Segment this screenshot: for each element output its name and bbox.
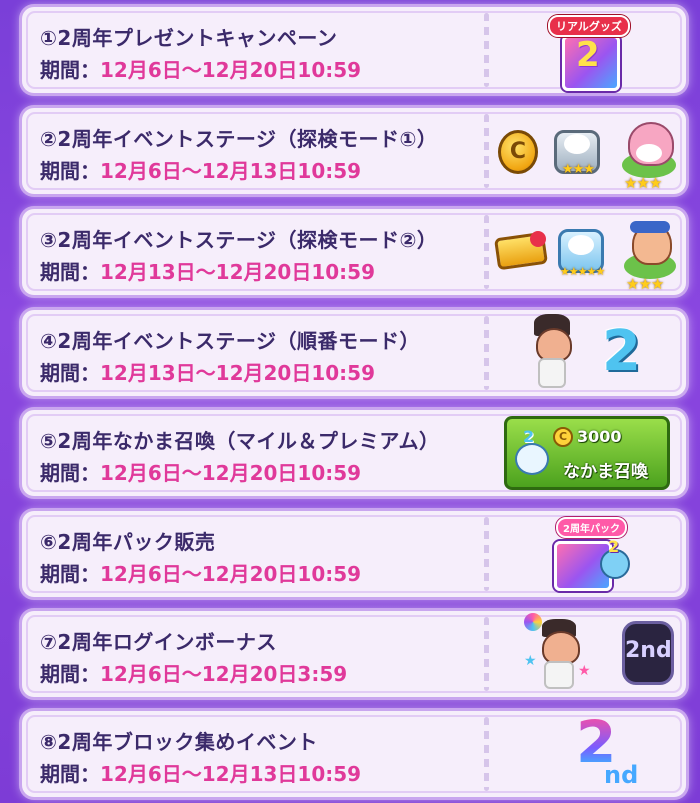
summon-number: 2 bbox=[523, 427, 535, 446]
silver-gear-block-icon: ★★★ bbox=[550, 124, 604, 180]
period-value: 12月13日〜12月20日10:59 bbox=[100, 260, 375, 284]
gold-coin-icon: C bbox=[498, 130, 538, 174]
event-period: 期間：12月13日〜12月20日10:59 bbox=[40, 357, 375, 386]
event-title: ⑤2周年なかま召喚（マイル＆プレミアム） bbox=[40, 429, 440, 453]
period-value: 12月6日〜12月20日10:59 bbox=[100, 58, 362, 82]
event-icons: 2 bbox=[492, 310, 686, 396]
period-value: 12月6日〜12月20日10:59 bbox=[100, 461, 362, 485]
summon-character-icon: 2 bbox=[513, 427, 551, 477]
perforation-divider bbox=[484, 13, 489, 87]
period-label: 期間： bbox=[40, 260, 100, 284]
event-card-8[interactable]: ⑧2周年ブロック集めイベント 期間：12月6日〜12月13日10:59 2 nd bbox=[22, 711, 686, 797]
event-card-6[interactable]: ⑥2周年パック販売 期間：12月6日〜12月20日10:59 2 2周年パック bbox=[22, 511, 686, 597]
event-icons: 2 nd bbox=[492, 711, 686, 797]
pack-badge: 2周年パック bbox=[556, 517, 627, 538]
event-card-3[interactable]: ③2周年イベントステージ（探検モード②） 期間：12月13日〜12月20日10:… bbox=[22, 209, 686, 295]
blue-llama-block-icon: ★★★★★ bbox=[554, 221, 608, 281]
period-value: 12月6日〜12月13日10:59 bbox=[100, 762, 362, 786]
period-value: 12月6日〜12月20日3:59 bbox=[100, 662, 348, 686]
pink-llama-character-icon: ★★★ bbox=[620, 112, 678, 192]
period-label: 期間： bbox=[40, 361, 100, 385]
period-label: 期間： bbox=[40, 662, 100, 686]
event-title: ⑧2周年ブロック集めイベント bbox=[40, 730, 318, 754]
event-card-2[interactable]: ②2周年イベントステージ（探検モード①） 期間：12月6日〜12月13日10:5… bbox=[22, 108, 686, 194]
event-card-4[interactable]: ④2周年イベントステージ（順番モード） 期間：12月13日〜12月20日10:5… bbox=[22, 310, 686, 396]
event-period: 期間：12月6日〜12月20日3:59 bbox=[40, 658, 347, 687]
perforation-divider bbox=[484, 114, 489, 188]
2nd-badge-icon: 2nd bbox=[622, 621, 674, 685]
event-title: ④2周年イベントステージ（順番モード） bbox=[40, 329, 420, 353]
perforation-divider bbox=[484, 215, 489, 289]
period-label: 期間： bbox=[40, 159, 100, 183]
pirate-chopper-character-icon: ★★★ bbox=[622, 217, 678, 293]
event-period: 期間：12月6日〜12月13日10:59 bbox=[40, 155, 361, 184]
perforation-divider bbox=[484, 617, 489, 691]
pack-number: 2 bbox=[608, 537, 620, 556]
blue-number-two-icon: 2 bbox=[602, 319, 641, 384]
period-value: 12月6日〜12月20日10:59 bbox=[100, 562, 362, 586]
summon-label: なかま召喚 bbox=[563, 462, 648, 482]
event-period: 期間：12月6日〜12月20日10:59 bbox=[40, 54, 361, 83]
block-nd-text: nd bbox=[604, 761, 639, 789]
event-title: ⑦2周年ログインボーナス bbox=[40, 630, 277, 654]
period-value: 12月6日〜12月13日10:59 bbox=[100, 159, 362, 183]
event-icons: ★ ★ 2nd bbox=[492, 611, 686, 697]
real-goods-badge: リアルグッズ bbox=[548, 15, 630, 37]
2nd-block-icon: 2 nd bbox=[576, 713, 656, 795]
perforation-divider bbox=[484, 316, 489, 390]
event-period: 期間：12月6日〜12月20日10:59 bbox=[40, 457, 361, 486]
event-title: ①2周年プレゼントキャンペーン bbox=[40, 26, 338, 50]
event-icons: C ★★★ ★★★ bbox=[492, 108, 686, 194]
event-title: ⑥2周年パック販売 bbox=[40, 530, 216, 554]
period-label: 期間： bbox=[40, 461, 100, 485]
event-title: ③2周年イベントステージ（探検モード②） bbox=[40, 228, 438, 252]
period-label: 期間： bbox=[40, 562, 100, 586]
event-period: 期間：12月6日〜12月13日10:59 bbox=[40, 758, 361, 787]
period-value: 12月13日〜12月20日10:59 bbox=[100, 361, 375, 385]
summon-coin-icon: C bbox=[553, 427, 573, 447]
event-list: ①2周年プレゼントキャンペーン 期間：12月6日〜12月20日10:59 2 リ… bbox=[0, 0, 700, 803]
event-card-7[interactable]: ⑦2周年ログインボーナス 期間：12月6日〜12月20日3:59 ★ ★ 2nd bbox=[22, 611, 686, 697]
event-icons: 2 C 3000 なかま召喚 bbox=[492, 410, 686, 496]
event-icons: 2 リアルグッズ bbox=[492, 7, 686, 93]
costume-character-icon bbox=[526, 312, 578, 392]
gold-ticket-icon bbox=[494, 231, 548, 271]
period-label: 期間： bbox=[40, 762, 100, 786]
gift-number: 2 bbox=[576, 35, 600, 75]
badge-2nd-text: 2nd bbox=[625, 638, 672, 663]
perforation-divider bbox=[484, 517, 489, 591]
period-label: 期間： bbox=[40, 58, 100, 82]
summon-cost: 3000 bbox=[577, 427, 622, 446]
event-title: ②2周年イベントステージ（探検モード①） bbox=[40, 127, 438, 151]
event-card-5[interactable]: ⑤2周年なかま召喚（マイル＆プレミアム） 期間：12月6日〜12月20日10:5… bbox=[22, 410, 686, 496]
event-icons: 2 2周年パック bbox=[492, 511, 686, 597]
event-period: 期間：12月6日〜12月20日10:59 bbox=[40, 558, 361, 587]
nakama-summon-button[interactable]: 2 C 3000 なかま召喚 bbox=[504, 416, 670, 490]
perforation-divider bbox=[484, 717, 489, 791]
event-period: 期間：12月13日〜12月20日10:59 bbox=[40, 256, 375, 285]
disco-character-icon: ★ ★ bbox=[524, 613, 591, 693]
event-card-1[interactable]: ①2周年プレゼントキャンペーン 期間：12月6日〜12月20日10:59 2 リ… bbox=[22, 7, 686, 93]
event-icons: ★★★★★ ★★★ bbox=[492, 209, 686, 295]
anniversary-pack-icon: 2 2周年パック bbox=[548, 515, 638, 595]
